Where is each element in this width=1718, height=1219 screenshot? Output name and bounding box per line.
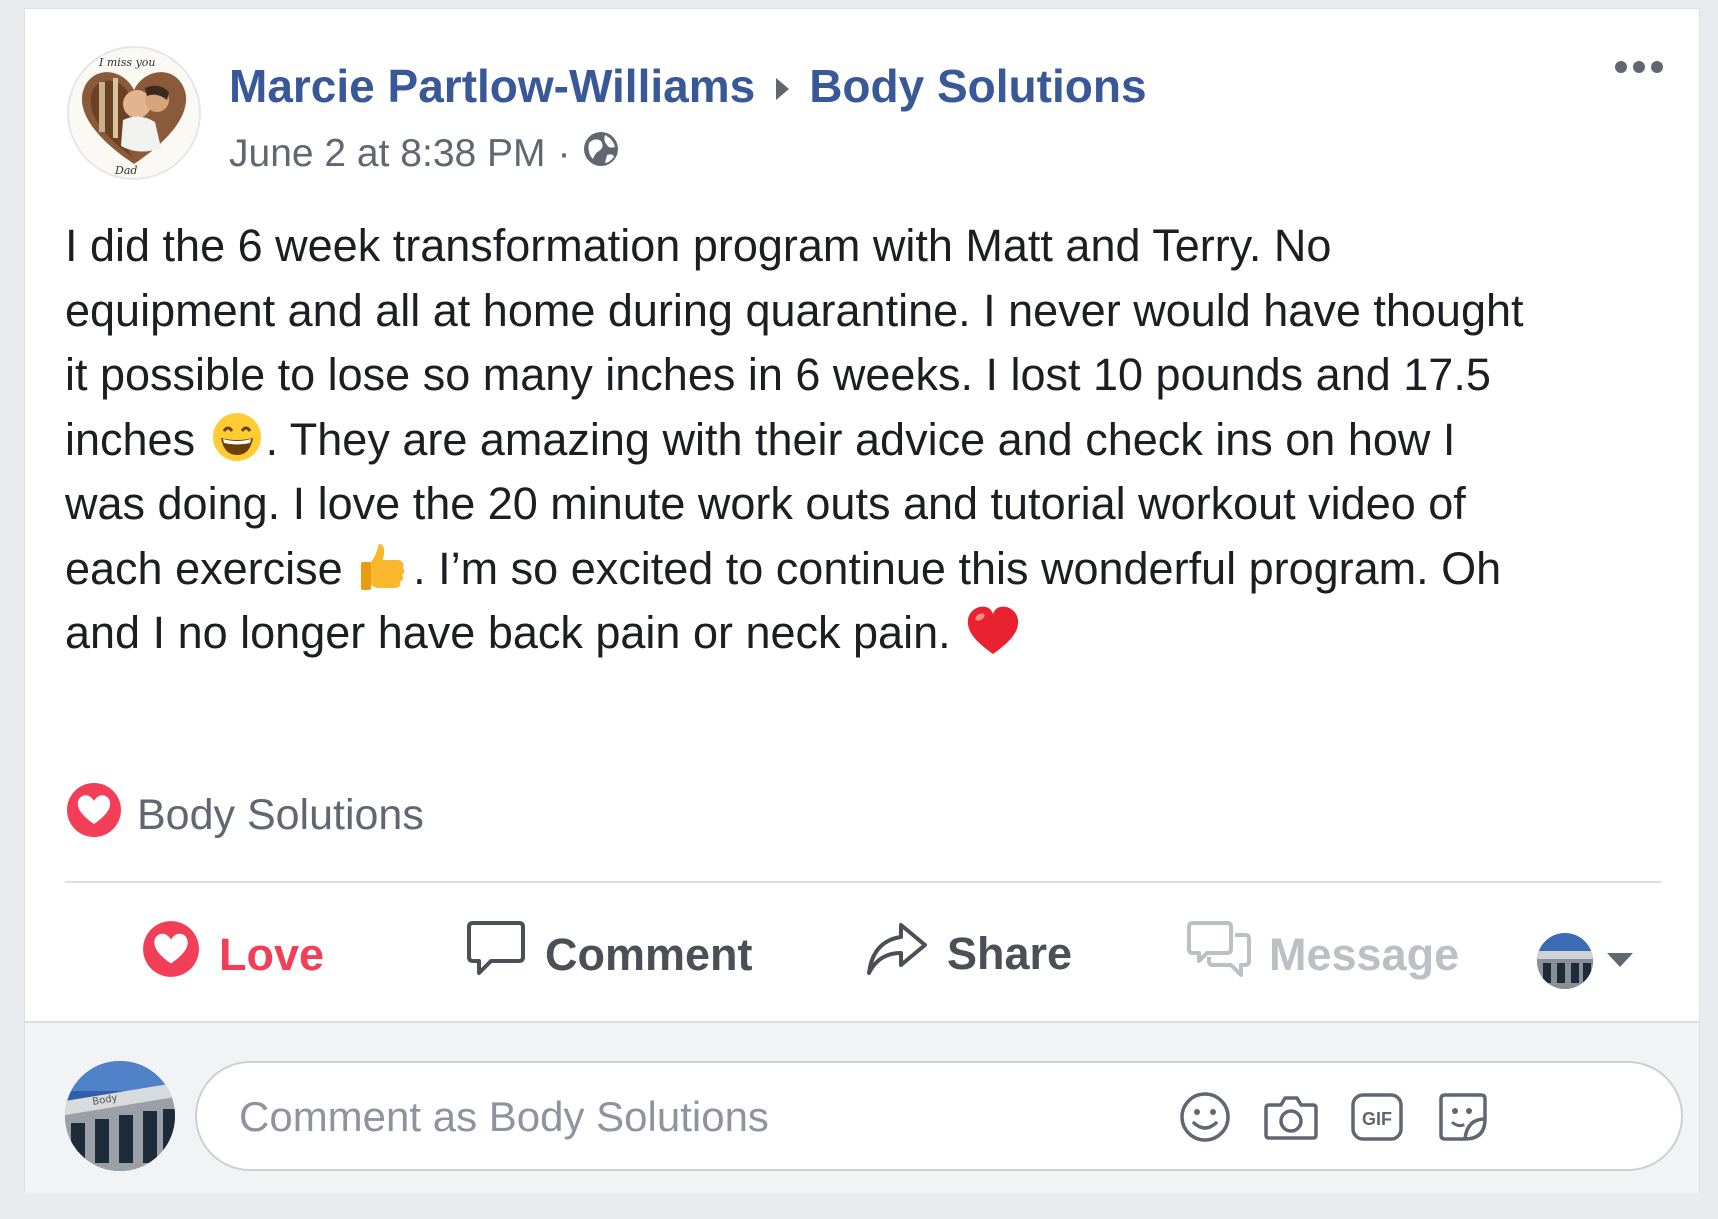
emoji-icon[interactable] (1177, 1089, 1233, 1145)
reactions-summary[interactable]: Body Solutions (65, 781, 424, 850)
post-meta: June 2 at 8:38 PM · (229, 129, 621, 179)
post-text-line: each exercise . I’m so excited to contin… (65, 537, 1677, 602)
comment-input[interactable] (237, 1063, 1201, 1171)
target-page-link[interactable]: Body Solutions (809, 59, 1146, 113)
reaction-names: Body Solutions (137, 791, 424, 839)
post-text-segment: . They are amazing with their advice and… (265, 413, 1456, 465)
comment-composer: Body GIF (25, 1021, 1699, 1193)
post-text-line: equipment and all at home during quarant… (65, 284, 1524, 336)
post-timestamp-link[interactable]: June 2 at 8:38 PM (229, 132, 546, 176)
red-heart-icon (965, 604, 1019, 656)
avatar-note-bottom: Dad (114, 164, 137, 177)
author-avatar[interactable]: I miss you Dad (67, 46, 201, 180)
love-button[interactable]: Love (141, 919, 324, 990)
post-text-line: was doing. I love the 20 minute work out… (65, 478, 1466, 529)
page-avatar (1537, 933, 1593, 989)
meta-separator: · (557, 132, 571, 175)
share-button-label: Share (947, 927, 1073, 979)
post-text-segment: each exercise (65, 542, 343, 594)
share-button[interactable]: Share (865, 919, 1072, 988)
post-header-names: Marcie Partlow-Williams Body Solutions (229, 59, 1147, 113)
love-reaction-icon (65, 781, 123, 850)
post-text-line: I did the 6 week transformation program … (65, 220, 1332, 271)
arrow-right-icon (773, 59, 791, 113)
camera-icon[interactable] (1263, 1089, 1319, 1145)
commenter-avatar: Body (65, 1061, 175, 1171)
thumbs-up-icon (357, 540, 411, 592)
post-text-segment: and I no longer have back pain or neck p… (65, 607, 951, 658)
share-arrow-icon (865, 919, 929, 988)
sticker-icon[interactable] (1435, 1089, 1491, 1145)
post-text-line: inches . They are amazing with their adv… (65, 408, 1677, 473)
post-text-segment: . I’m so excited to continue this wonder… (413, 542, 1502, 594)
message-bubbles-icon (1187, 919, 1251, 990)
comment-bubble-icon (465, 919, 527, 990)
comment-button-label: Comment (545, 928, 753, 980)
comment-button[interactable]: Comment (465, 919, 753, 990)
love-button-label: Love (219, 928, 325, 980)
caret-down-icon (1605, 949, 1635, 974)
author-name-link[interactable]: Marcie Partlow-Williams (229, 59, 755, 113)
gif-label: GIF (1362, 1109, 1392, 1129)
avatar-note-top: I miss you (98, 56, 156, 69)
page-voice-selector[interactable] (1537, 933, 1635, 989)
action-bar: Love Comment Share Message (25, 919, 1701, 1009)
post-text-line: it possible to lose so many inches in 6 … (65, 349, 1491, 400)
divider (65, 881, 1661, 883)
post-card: I miss you Dad Marcie Partlow-Williams B… (24, 8, 1701, 1193)
more-options-icon[interactable] (1615, 61, 1663, 73)
post-text-segment: inches (65, 413, 196, 465)
love-reaction-icon (141, 919, 201, 990)
globe-icon[interactable] (581, 129, 621, 179)
message-button-label: Message (1269, 928, 1460, 980)
post-text: I did the 6 week transformation program … (65, 214, 1677, 666)
post-text-line: and I no longer have back pain or neck p… (65, 601, 1677, 666)
comment-box: GIF (195, 1061, 1683, 1171)
message-button[interactable]: Message (1187, 919, 1459, 990)
gif-icon[interactable]: GIF (1349, 1089, 1405, 1145)
grinning-face-icon (210, 411, 264, 463)
